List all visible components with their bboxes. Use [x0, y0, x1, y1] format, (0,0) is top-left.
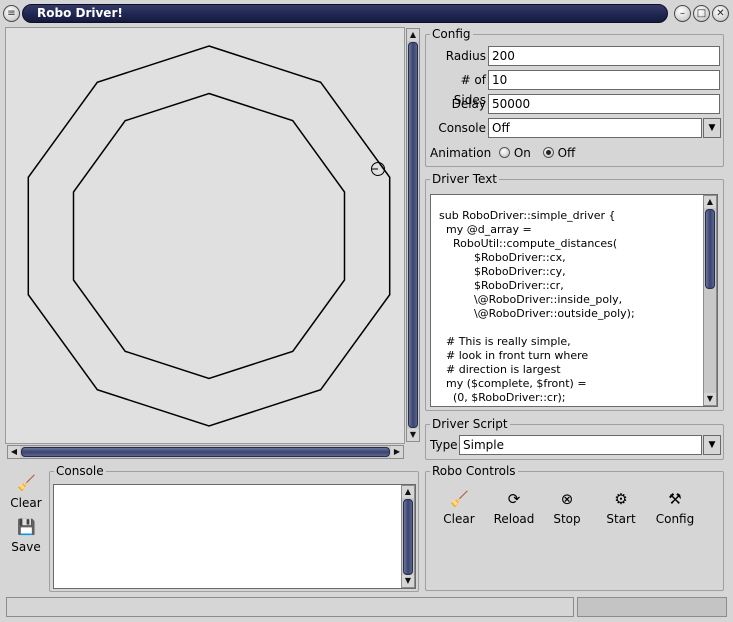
- delay-label: Delay: [451, 97, 486, 111]
- code-line: # This is really simple,: [439, 335, 571, 348]
- maximize-icon[interactable]: □: [693, 5, 710, 22]
- console-clear-label: Clear: [10, 496, 42, 510]
- code-line: # look in front turn where: [439, 349, 589, 362]
- code-line: sub RoboDriver::simple_driver {: [439, 209, 616, 222]
- outer-track-polygon: [27, 45, 391, 427]
- animation-on-radio[interactable]: [499, 147, 511, 158]
- start-label: Start: [606, 512, 636, 526]
- console-scroll-down-arrow[interactable]: ▼: [402, 575, 414, 587]
- window-menu-icon[interactable]: ≡: [3, 5, 20, 22]
- driver-text-scrollbar[interactable]: ▲ ▼: [703, 195, 717, 406]
- inner-track-polygon: [72, 92, 346, 380]
- config-group-label: Config: [430, 27, 473, 41]
- canvas-horizontal-scrollbar[interactable]: ◀ ▶: [7, 445, 404, 459]
- canvas-hscroll-thumb[interactable]: [21, 447, 390, 457]
- close-icon[interactable]: ✕: [712, 5, 729, 22]
- console-dropdown-chevron-icon[interactable]: ▼: [703, 118, 721, 138]
- broom-icon: 🧹: [17, 474, 36, 492]
- console-save-button[interactable]: 💾 Save: [6, 518, 46, 554]
- driver-script-group: Driver Script Type Simple ▼: [425, 417, 724, 460]
- reload-icon: ⟳: [507, 490, 521, 508]
- reload-button[interactable]: ⟳ Reload: [490, 490, 538, 526]
- driver-text-area[interactable]: sub RoboDriver::simple_driver { my @d_ar…: [430, 194, 718, 407]
- animation-label: Animation: [430, 146, 492, 160]
- controls-clear-button[interactable]: 🧹 Clear: [438, 490, 480, 526]
- start-button[interactable]: ⚙ Start: [602, 490, 640, 526]
- console-setting-label: Console: [438, 121, 486, 135]
- scroll-right-arrow[interactable]: ▶: [391, 446, 403, 458]
- driver-text-group: Driver Text sub RoboDriver::simple_drive…: [425, 172, 724, 411]
- code-line: RoboUtil::compute_distances(: [439, 237, 618, 250]
- code-line: $RoboDriver::cx,: [439, 251, 566, 264]
- scroll-left-arrow[interactable]: ◀: [8, 446, 20, 458]
- minimize-icon[interactable]: –: [674, 5, 691, 22]
- robot-marker: [371, 162, 385, 176]
- animation-on-label: On: [513, 146, 531, 160]
- robo-controls-group: Robo Controls 🧹 Clear ⟳ Reload ⊗ Stop ⚙ …: [425, 464, 724, 591]
- canvas-vertical-scrollbar[interactable]: ▲ ▼: [406, 28, 420, 442]
- config-icon: ⚒: [668, 490, 682, 508]
- progress-bar: [577, 597, 727, 617]
- script-type-select[interactable]: Simple: [459, 435, 702, 455]
- console-clear-button[interactable]: 🧹 Clear: [6, 474, 46, 510]
- animation-off-label: Off: [557, 146, 576, 160]
- controls-clear-label: Clear: [443, 512, 475, 526]
- code-line: (0, $RoboDriver::cr);: [439, 391, 566, 404]
- robo-controls-group-label: Robo Controls: [430, 464, 518, 478]
- console-scrollbar[interactable]: ▲ ▼: [401, 485, 415, 588]
- reload-label: Reload: [493, 512, 535, 526]
- canvas-vscroll-thumb[interactable]: [408, 42, 418, 428]
- gear-icon: ⚙: [614, 490, 628, 508]
- animation-row: Animation On Off: [430, 143, 575, 163]
- stop-label: Stop: [553, 512, 581, 526]
- type-label: Type: [430, 438, 458, 452]
- script-type-dropdown-chevron-icon[interactable]: ▼: [703, 435, 721, 455]
- stop-button[interactable]: ⊗ Stop: [548, 490, 586, 526]
- floppy-icon: 💾: [17, 518, 36, 536]
- config-group: Config Radius 200 # of Sides 10 Delay 50…: [425, 27, 724, 167]
- status-bar: [6, 597, 574, 617]
- console-select[interactable]: Off: [488, 118, 702, 138]
- console-save-label: Save: [11, 540, 41, 554]
- config-label: Config: [655, 512, 695, 526]
- code-line: my @d_array =: [439, 223, 532, 236]
- track-drawing: [27, 45, 391, 427]
- console-scroll-up-arrow[interactable]: ▲: [402, 486, 414, 498]
- window-title: Robo Driver!: [22, 4, 668, 23]
- radius-label: Radius: [445, 49, 486, 63]
- code-line: \@RoboDriver::outside_poly);: [439, 307, 635, 320]
- driver-scroll-down-arrow[interactable]: ▼: [704, 393, 716, 405]
- code-line: \@RoboDriver::inside_poly,: [439, 293, 623, 306]
- code-line: $RoboDriver::cr,: [439, 279, 564, 292]
- driver-text-scroll-thumb[interactable]: [705, 209, 715, 289]
- code-line: my ($complete, $front) =: [439, 377, 587, 390]
- driver-scroll-up-arrow[interactable]: ▲: [704, 196, 716, 208]
- driver-text-group-label: Driver Text: [430, 172, 500, 186]
- console-group-label: Console: [54, 464, 106, 478]
- radius-input[interactable]: 200: [488, 46, 720, 66]
- code-line: $RoboDriver::cy,: [439, 265, 566, 278]
- config-button[interactable]: ⚒ Config: [652, 490, 698, 526]
- track-canvas[interactable]: [5, 27, 405, 444]
- stop-icon: ⊗: [560, 490, 574, 508]
- code-line: # direction is largest: [439, 363, 561, 376]
- console-output[interactable]: [53, 484, 416, 589]
- broom-icon: 🧹: [450, 490, 469, 508]
- title-bar: ≡ Robo Driver! – □ ✕: [0, 0, 733, 27]
- scroll-up-arrow[interactable]: ▲: [407, 29, 419, 41]
- scroll-down-arrow[interactable]: ▼: [407, 429, 419, 441]
- sides-input[interactable]: 10: [488, 70, 720, 90]
- animation-off-radio[interactable]: [542, 147, 554, 158]
- console-scroll-thumb[interactable]: [403, 499, 413, 575]
- driver-script-group-label: Driver Script: [430, 417, 510, 431]
- console-group: Console ▲ ▼: [49, 464, 419, 592]
- delay-input[interactable]: 50000: [488, 94, 720, 114]
